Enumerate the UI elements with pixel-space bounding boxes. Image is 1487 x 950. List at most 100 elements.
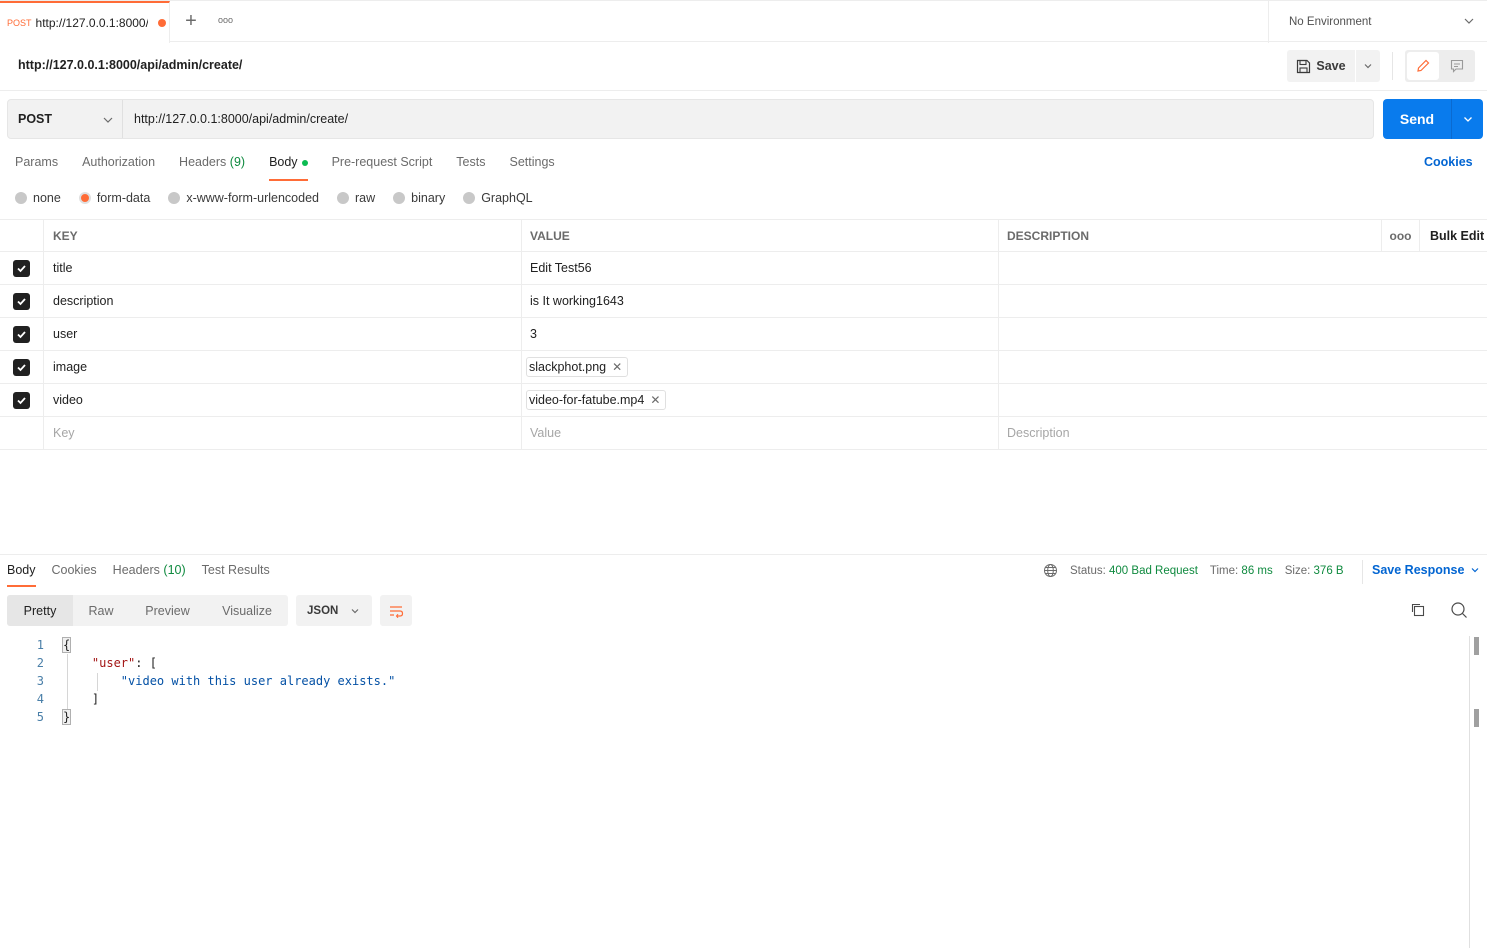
response-tab-headers[interactable]: Headers (10) xyxy=(113,563,186,587)
save-button-group: Save xyxy=(1287,50,1380,82)
cookies-link[interactable]: Cookies xyxy=(1424,155,1473,169)
checkmark-icon xyxy=(17,297,26,305)
tab-params[interactable]: Params xyxy=(15,152,58,182)
edit-mode-button[interactable] xyxy=(1407,52,1439,80)
radio-raw[interactable]: raw xyxy=(337,191,375,205)
radio-binary[interactable]: binary xyxy=(393,191,445,205)
tab-tests[interactable]: Tests xyxy=(456,152,485,182)
new-description-input[interactable]: Description xyxy=(999,417,1382,449)
view-raw[interactable]: Raw xyxy=(73,595,129,626)
code-text: } xyxy=(61,708,72,726)
send-options-button[interactable] xyxy=(1451,99,1483,139)
radio-label: x-www-form-urlencoded xyxy=(186,191,319,205)
globe-icon[interactable] xyxy=(1043,563,1058,578)
save-response-label: Save Response xyxy=(1372,563,1465,577)
radio-graphql[interactable]: GraphQL xyxy=(463,191,533,205)
table-row: description is It working1643 xyxy=(0,285,1487,318)
view-preview[interactable]: Preview xyxy=(129,595,206,626)
description-cell[interactable] xyxy=(999,252,1382,284)
checkbox-cell xyxy=(0,285,44,317)
response-tab-test-results[interactable]: Test Results xyxy=(202,563,270,587)
key-cell[interactable]: title xyxy=(44,252,522,284)
value-cell[interactable]: Edit Test56 xyxy=(522,252,999,284)
radio-circle xyxy=(78,192,91,204)
save-button[interactable]: Save xyxy=(1287,50,1355,82)
new-tab-plus-icon[interactable]: + xyxy=(180,11,202,33)
url-input[interactable] xyxy=(124,100,1364,138)
column-options-ellipsis-icon[interactable]: ooo xyxy=(1382,220,1420,252)
tab-body[interactable]: Body xyxy=(269,152,308,182)
response-tab-body[interactable]: Body xyxy=(7,563,36,587)
radio-circle xyxy=(15,192,27,204)
copy-icon[interactable] xyxy=(1410,602,1426,621)
row-checkbox[interactable] xyxy=(13,259,30,277)
environment-selector[interactable]: No Environment xyxy=(1268,1,1487,43)
time-label: Time: xyxy=(1209,564,1239,577)
response-tab-cookies[interactable]: Cookies xyxy=(52,563,97,587)
format-select[interactable]: JSON xyxy=(296,595,372,626)
method-select[interactable]: POST xyxy=(8,100,123,138)
radio-none[interactable]: none xyxy=(15,191,61,205)
value-cell: slackphot.png ✕ xyxy=(522,351,999,383)
new-key-input[interactable]: Key xyxy=(44,417,522,449)
tab-settings[interactable]: Settings xyxy=(509,152,554,182)
key-cell[interactable]: video xyxy=(44,384,522,416)
value-cell[interactable]: 3 xyxy=(522,318,999,350)
response-divider[interactable] xyxy=(0,554,1487,555)
chevron-down-icon xyxy=(103,117,113,123)
headers-count: (9) xyxy=(229,155,246,169)
table-row: user 3 xyxy=(0,318,1487,351)
tab-label: Test Results xyxy=(201,563,270,577)
wrap-lines-button[interactable] xyxy=(380,595,412,626)
vertical-scrollbar[interactable] xyxy=(1469,636,1470,948)
key-cell[interactable]: user xyxy=(44,318,522,350)
tab-headers[interactable]: Headers (9) xyxy=(179,152,245,182)
description-cell[interactable] xyxy=(999,351,1382,383)
remove-file-close-icon[interactable]: ✕ xyxy=(612,360,622,374)
search-icon[interactable] xyxy=(1450,601,1468,622)
line-number: 1 xyxy=(36,638,44,652)
format-value: JSON xyxy=(307,604,339,617)
radio-form-data[interactable]: form-data xyxy=(78,191,150,205)
save-response-button[interactable]: Save Response xyxy=(1372,563,1480,577)
key-cell[interactable]: description xyxy=(44,285,522,317)
bulk-edit-button[interactable]: Bulk Edit xyxy=(1420,220,1487,252)
row-checkbox[interactable] xyxy=(13,292,30,310)
request-tab-active[interactable]: POST http://127.0.0.1:8000/a xyxy=(0,1,170,43)
tab-more-ellipsis-icon[interactable]: ooo xyxy=(218,15,233,25)
file-chip: slackphot.png ✕ xyxy=(526,357,629,377)
value-cell[interactable]: is It working1643 xyxy=(522,285,999,317)
key-cell[interactable]: image xyxy=(44,351,522,383)
comments-button[interactable] xyxy=(1441,52,1473,80)
tab-label: Tests xyxy=(456,155,486,169)
scroll-marker[interactable] xyxy=(1474,709,1479,727)
radio-circle xyxy=(168,192,181,204)
unsaved-dot-icon xyxy=(157,19,166,27)
new-value-input[interactable]: Value xyxy=(522,417,999,449)
checkbox-cell xyxy=(0,351,44,383)
remove-file-close-icon[interactable]: ✕ xyxy=(650,393,660,407)
row-checkbox[interactable] xyxy=(13,391,30,409)
description-cell[interactable] xyxy=(999,384,1382,416)
tab-authorization[interactable]: Authorization xyxy=(82,152,155,182)
row-checkbox[interactable] xyxy=(13,358,30,376)
status-value: 400 Bad Request xyxy=(1109,564,1198,577)
save-label: Save xyxy=(1316,59,1346,73)
json-key: "user" xyxy=(91,656,136,670)
view-pretty[interactable]: Pretty xyxy=(7,595,73,626)
scroll-marker[interactable] xyxy=(1474,637,1479,655)
tab-pre-request-script[interactable]: Pre-request Script xyxy=(332,152,433,182)
row-checkbox[interactable] xyxy=(13,325,30,343)
mode-toggle xyxy=(1405,50,1475,82)
description-cell[interactable] xyxy=(999,285,1382,317)
line-number: 4 xyxy=(36,692,44,706)
view-visualize[interactable]: Visualize xyxy=(206,595,288,626)
divider xyxy=(1362,560,1363,584)
radio-x-www-form-urlencoded[interactable]: x-www-form-urlencoded xyxy=(168,191,319,205)
response-status-bar: Status: 400 Bad Request Time: 86 ms Size… xyxy=(1043,563,1356,578)
radio-label: GraphQL xyxy=(481,191,533,205)
body-type-radios: none form-data x-www-form-urlencoded raw… xyxy=(15,191,551,205)
save-options-button[interactable] xyxy=(1356,50,1380,82)
description-cell[interactable] xyxy=(999,318,1382,350)
send-button[interactable]: Send xyxy=(1383,99,1451,139)
